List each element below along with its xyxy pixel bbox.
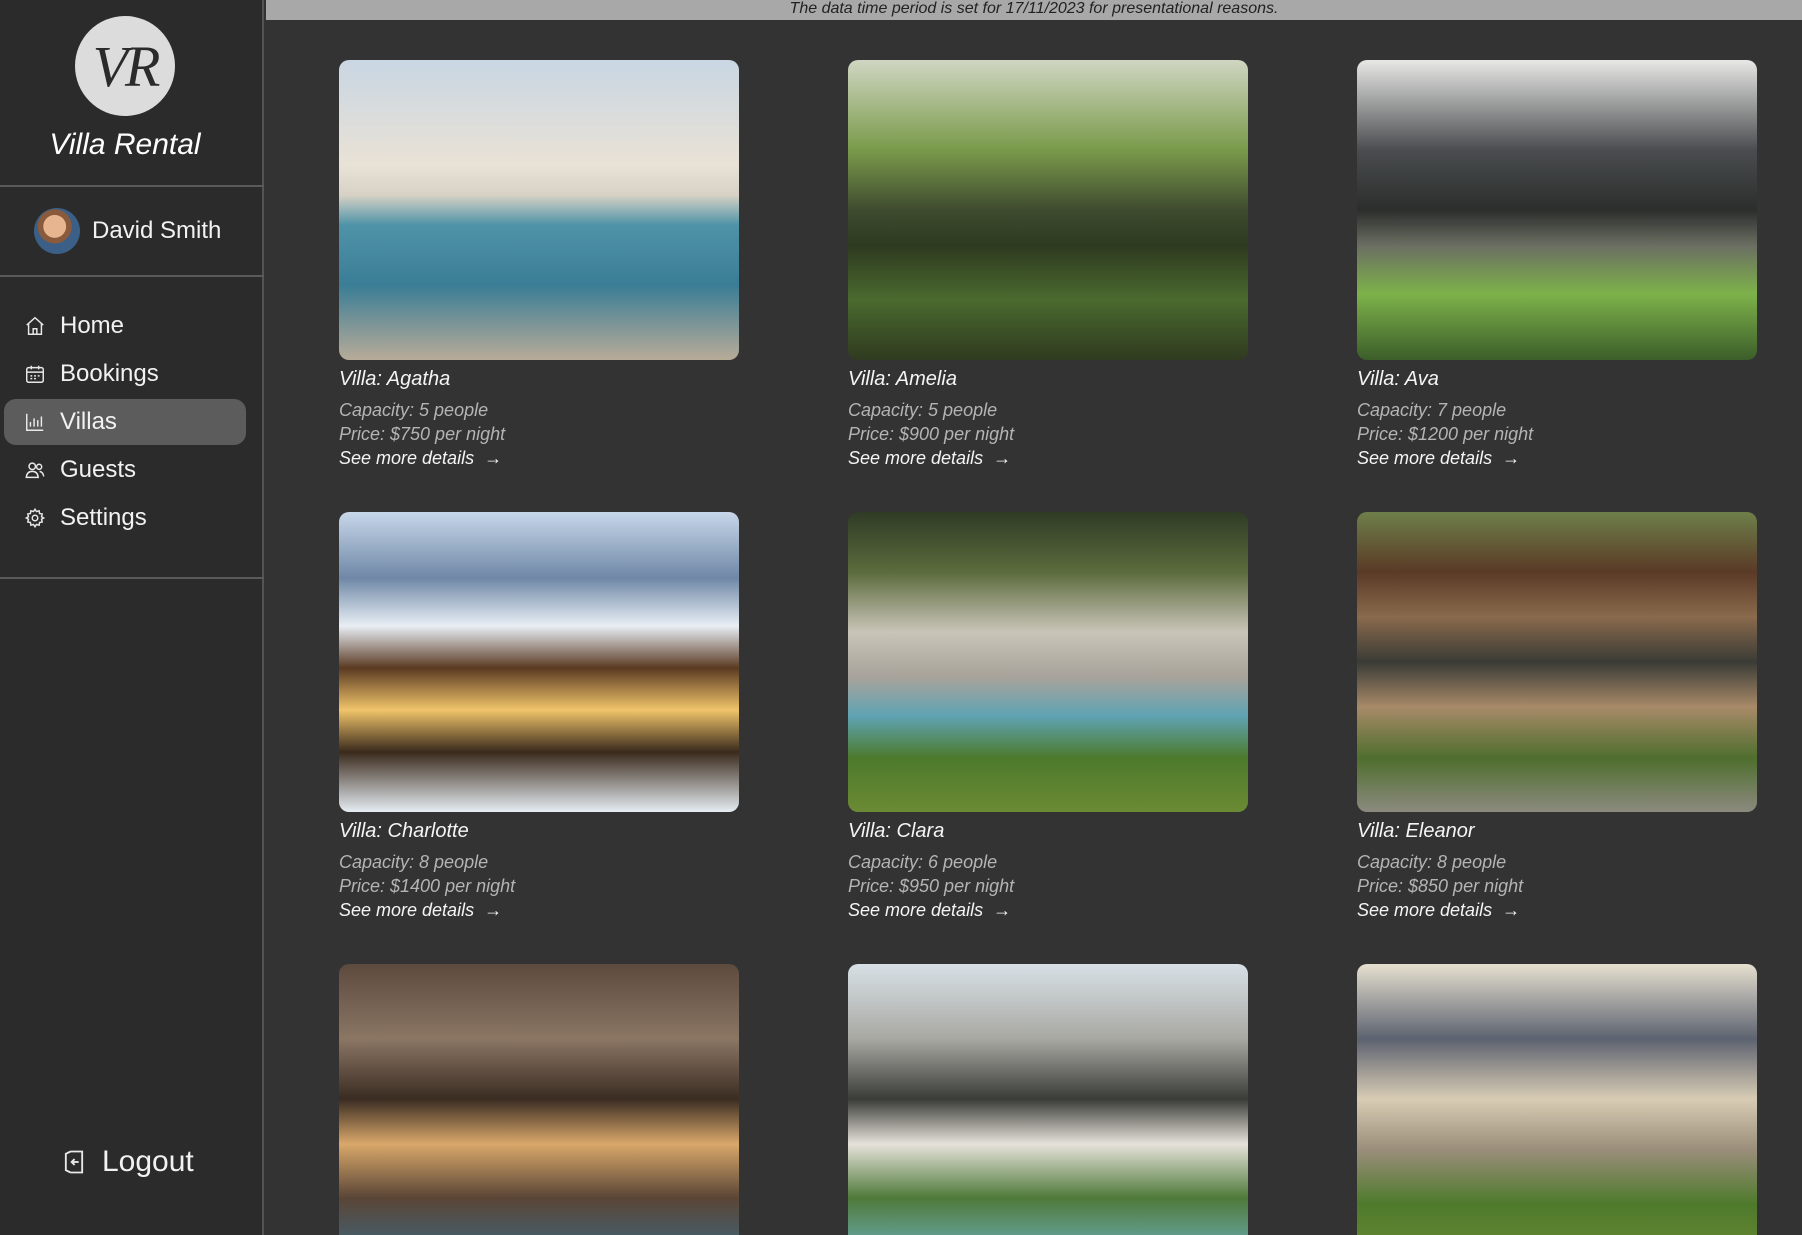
villa-photo[interactable] (848, 512, 1248, 812)
villa-price: Price: $1200 per night (1357, 424, 1534, 444)
villa-photo[interactable] (848, 60, 1248, 360)
sidebar-item-label: Home (60, 312, 125, 339)
brand-name: Villa Rental (49, 128, 201, 161)
villa-capacity: Capacity: 8 people (339, 852, 489, 872)
villa-photo[interactable] (339, 512, 739, 812)
user-profile[interactable]: David Smith (0, 187, 262, 275)
villa-photo[interactable] (339, 60, 739, 360)
details-label: See more details (1357, 900, 1493, 920)
details-label: See more details (339, 900, 475, 920)
villa-name: Villa: Charlotte (339, 820, 469, 842)
villa-capacity: Capacity: 5 people (339, 400, 489, 420)
villa-photo[interactable] (339, 964, 739, 1235)
arrow-right-icon: → (1502, 448, 1521, 468)
villa-card[interactable]: Villa: Amelia Capacity: 5 people Price: … (848, 60, 1248, 469)
villa-price: Price: $1400 per night (339, 876, 516, 896)
sidebar-item-label: Villas (60, 408, 117, 435)
arrow-right-icon: → (993, 448, 1012, 468)
see-more-details-link[interactable]: See more details → (1357, 448, 1757, 469)
villa-capacity: Capacity: 6 people (848, 852, 998, 872)
villa-name: Villa: Ava (1357, 368, 1439, 390)
villa-price: Price: $950 per night (848, 876, 1015, 896)
see-more-details-link[interactable]: See more details → (1357, 900, 1757, 921)
villa-card[interactable] (1357, 964, 1757, 1235)
chart-icon (24, 411, 46, 433)
villa-card[interactable]: Villa: Ava Capacity: 7 people Price: $12… (1357, 60, 1757, 469)
user-name: David Smith (92, 217, 222, 244)
logout-button[interactable]: Logout (60, 1145, 194, 1179)
villa-photo[interactable] (1357, 964, 1757, 1235)
details-label: See more details (1357, 448, 1493, 468)
sidebar-item-villas[interactable]: Villas (4, 399, 246, 445)
logout-icon (60, 1148, 88, 1176)
see-more-details-link[interactable]: See more details → (339, 448, 739, 469)
sidebar-item-label: Settings (60, 504, 147, 531)
see-more-details-link[interactable]: See more details → (848, 900, 1248, 921)
sidebar-item-home[interactable]: Home (4, 303, 246, 349)
villa-price: Price: $850 per night (1357, 876, 1524, 896)
see-more-details-link[interactable]: See more details → (339, 900, 739, 921)
villa-capacity: Capacity: 7 people (1357, 400, 1507, 420)
sidebar-item-bookings[interactable]: Bookings (4, 351, 246, 397)
users-icon (24, 459, 46, 481)
sidebar-nav: Home Bookings Villas Guests Settings (0, 277, 262, 577)
gear-icon (24, 507, 46, 529)
arrow-right-icon: → (484, 900, 503, 920)
arrow-right-icon: → (1502, 900, 1521, 920)
details-label: See more details (339, 448, 475, 468)
divider (0, 577, 264, 579)
villa-card[interactable]: Villa: Agatha Capacity: 5 people Price: … (339, 60, 739, 469)
logout-label: Logout (102, 1145, 194, 1178)
app-root: VR Villa Rental David Smith Home Booking… (0, 0, 1802, 1235)
villa-photo[interactable] (848, 964, 1248, 1235)
villa-photo[interactable] (1357, 60, 1757, 360)
arrow-right-icon: → (484, 448, 503, 468)
villa-photo[interactable] (1357, 512, 1757, 812)
villa-card[interactable] (339, 964, 739, 1235)
sidebar-item-settings[interactable]: Settings (4, 495, 246, 541)
details-label: See more details (848, 900, 984, 920)
villa-price: Price: $750 per night (339, 424, 506, 444)
arrow-right-icon: → (993, 900, 1012, 920)
villa-card[interactable]: Villa: Clara Capacity: 6 people Price: $… (848, 512, 1248, 921)
villa-card[interactable]: Villa: Charlotte Capacity: 8 people Pric… (339, 512, 739, 921)
logo[interactable]: VR (75, 16, 175, 116)
details-label: See more details (848, 448, 984, 468)
see-more-details-link[interactable]: See more details → (848, 448, 1248, 469)
villa-name: Villa: Eleanor (1357, 820, 1475, 842)
logo-text: VR (92, 33, 161, 99)
home-icon (24, 315, 46, 337)
villa-capacity: Capacity: 8 people (1357, 852, 1507, 872)
info-banner: The data time period is set for 17/11/20… (266, 0, 1802, 20)
villa-capacity: Capacity: 5 people (848, 400, 998, 420)
villa-name: Villa: Clara (848, 820, 945, 842)
sidebar-item-label: Guests (60, 456, 137, 483)
villa-name: Villa: Agatha (339, 368, 451, 390)
sidebar-item-guests[interactable]: Guests (4, 447, 246, 493)
sidebar-item-label: Bookings (60, 360, 159, 387)
villa-name: Villa: Amelia (848, 368, 957, 390)
sidebar: VR Villa Rental David Smith Home Booking… (0, 0, 264, 1235)
villa-card[interactable] (848, 964, 1248, 1235)
brand: VR Villa Rental (0, 0, 262, 185)
villa-price: Price: $900 per night (848, 424, 1015, 444)
villa-card[interactable]: Villa: Eleanor Capacity: 8 people Price:… (1357, 512, 1757, 921)
calendar-icon (24, 363, 46, 385)
avatar (34, 208, 80, 254)
